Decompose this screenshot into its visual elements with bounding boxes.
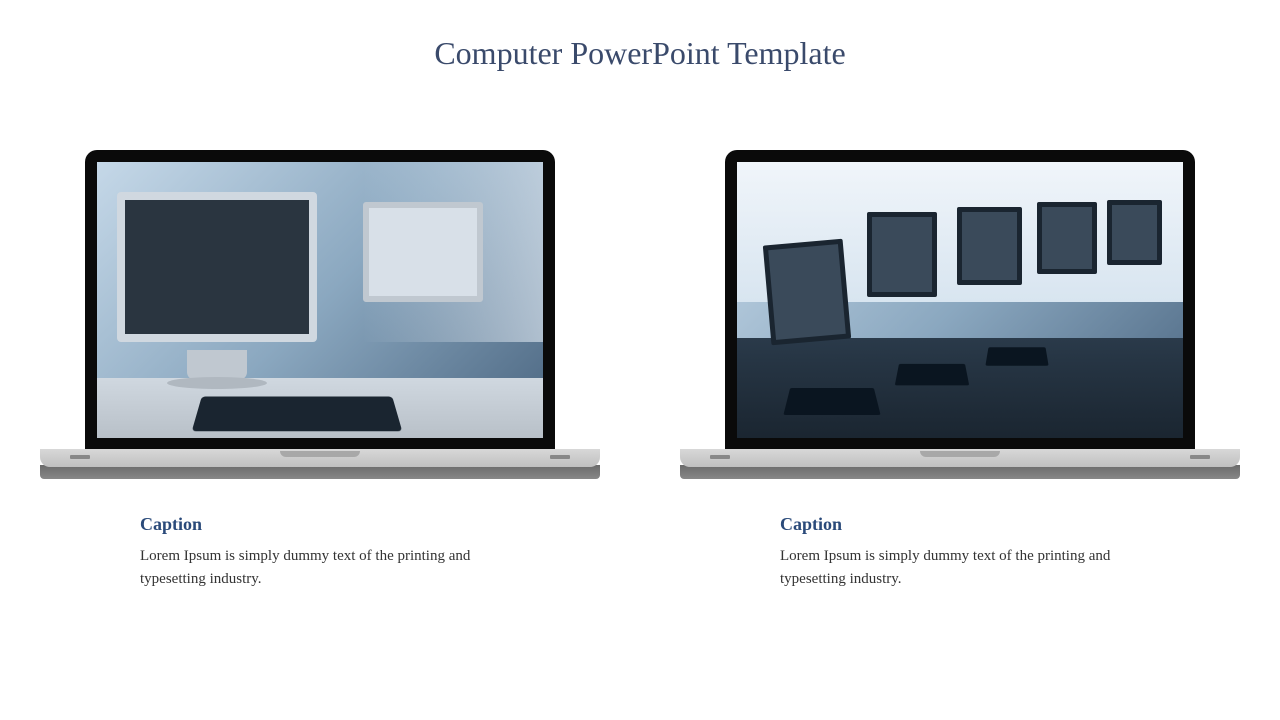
caption-title: Caption [140,514,500,535]
keyboard-icon [985,347,1048,365]
laptop-screen-image [737,162,1183,438]
content-area: Caption Lorem Ipsum is simply dummy text… [0,150,1280,590]
laptop-screen-image [97,162,543,438]
monitor-icon [1037,202,1097,274]
caption-block: Caption Lorem Ipsum is simply dummy text… [780,514,1140,590]
monitor-icon [957,207,1022,285]
caption-text: Lorem Ipsum is simply dummy text of the … [140,545,500,590]
monitor-icon [867,212,937,297]
laptop-panel-right: Caption Lorem Ipsum is simply dummy text… [680,150,1240,590]
laptop-bezel [85,150,555,450]
slide-title: Computer PowerPoint Template [0,35,1280,72]
laptop-shadow [40,465,600,479]
laptop-base [40,449,600,467]
monitor-stand-icon [187,350,247,380]
keyboard-icon [783,388,880,415]
caption-text: Lorem Ipsum is simply dummy text of the … [780,545,1140,590]
laptop-base [680,449,1240,467]
monitor-icon [763,239,851,346]
monitor-icon [1107,200,1162,265]
keyboard-icon [192,397,403,432]
port-icon [550,455,570,459]
keyboard-icon [895,364,969,386]
laptop-frame [85,150,555,450]
monitor-base-icon [167,377,267,389]
monitor-icon [363,202,483,302]
port-icon [710,455,730,459]
laptop-bezel [725,150,1195,450]
laptop-panel-left: Caption Lorem Ipsum is simply dummy text… [40,150,600,590]
monitor-icon [117,192,317,342]
port-icon [1190,455,1210,459]
laptop-frame [725,150,1195,450]
port-icon [70,455,90,459]
laptop-shadow [680,465,1240,479]
caption-block: Caption Lorem Ipsum is simply dummy text… [140,514,500,590]
caption-title: Caption [780,514,1140,535]
